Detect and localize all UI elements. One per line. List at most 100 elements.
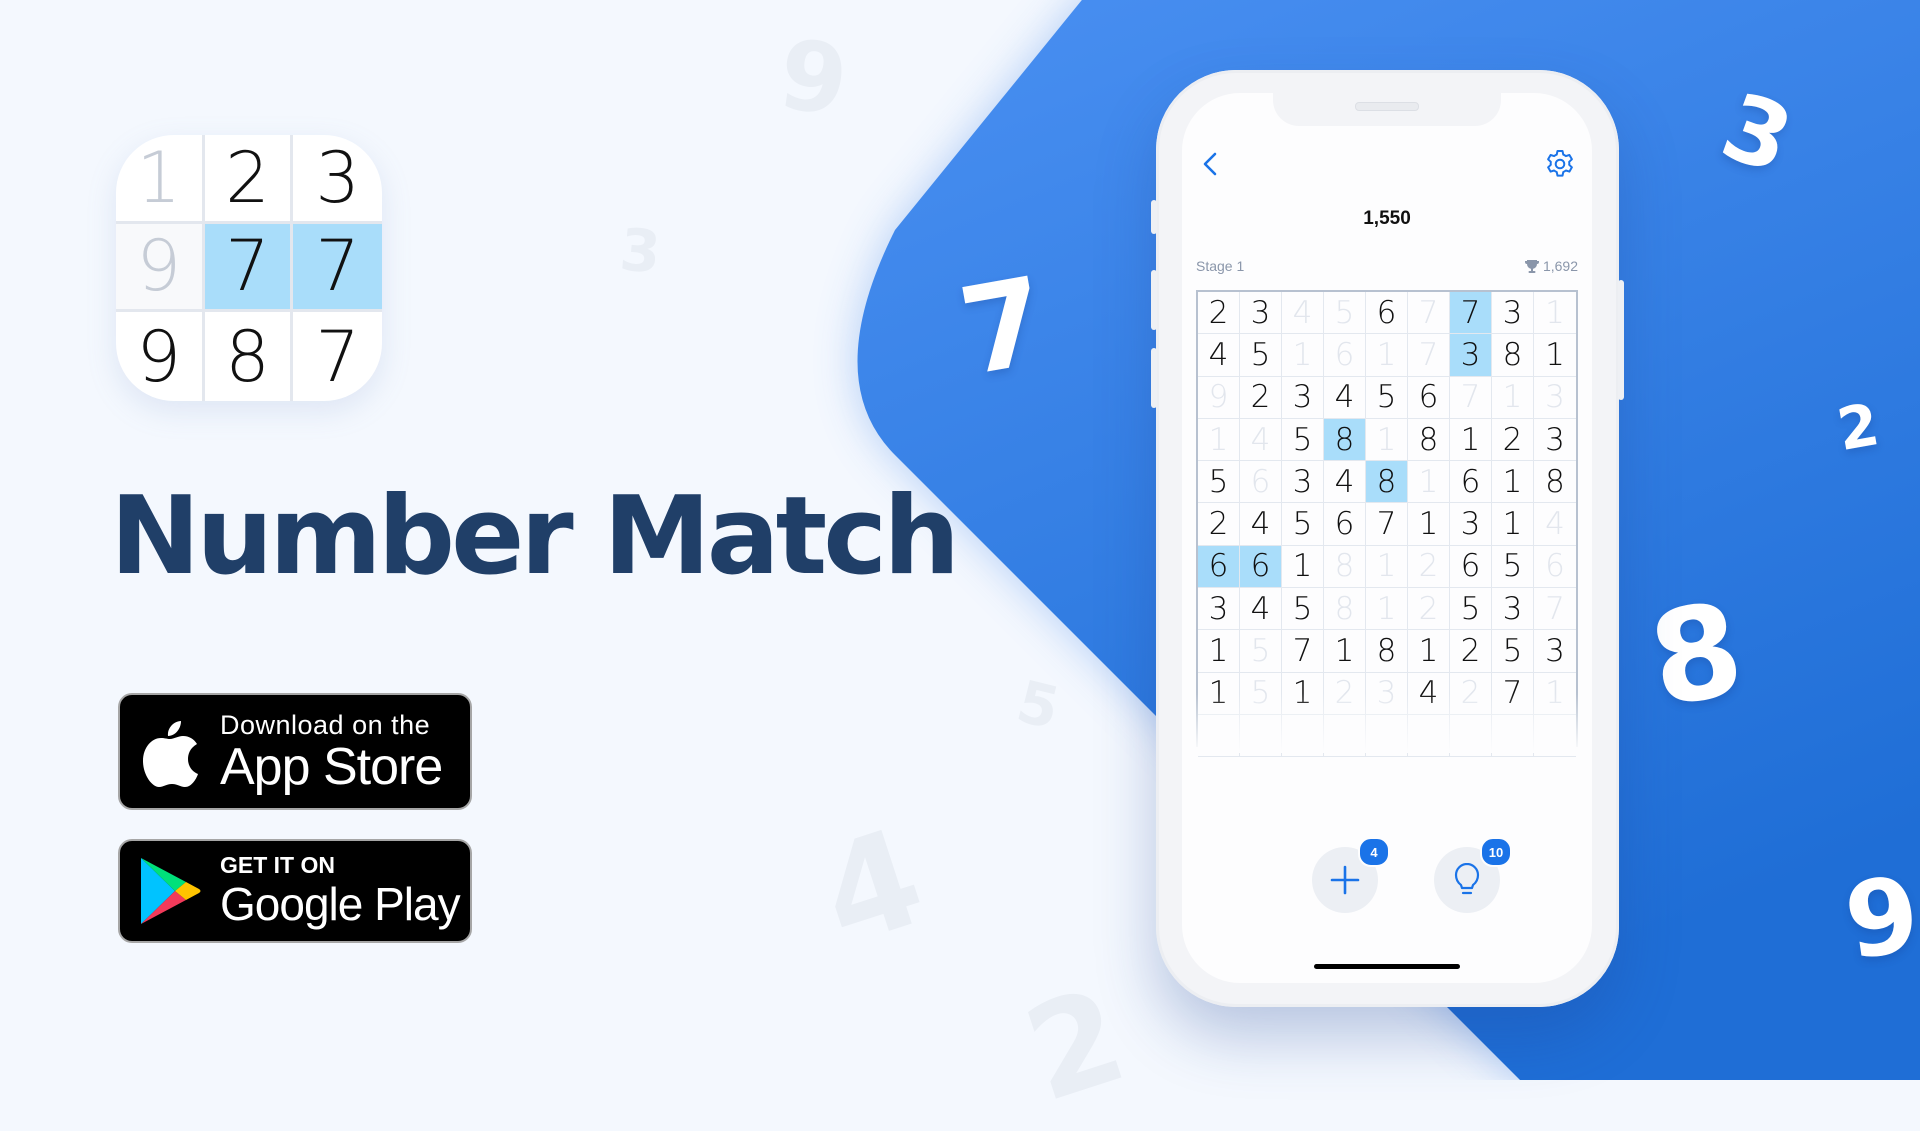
grid-cell[interactable]: 5 bbox=[1366, 376, 1408, 419]
grid-cell[interactable]: 8 bbox=[1324, 418, 1366, 462]
grid-cell[interactable]: 5 bbox=[1450, 588, 1492, 631]
grid-cell[interactable]: 8 bbox=[1366, 630, 1408, 673]
grid-cell[interactable]: 4 bbox=[1324, 461, 1366, 504]
grid-cell[interactable]: 3 bbox=[1450, 503, 1492, 546]
grid-cell[interactable]: 6 bbox=[1324, 334, 1366, 377]
grid-cell[interactable]: 6 bbox=[1366, 292, 1408, 335]
app-store-badge[interactable]: Download on the App Store bbox=[118, 693, 472, 810]
grid-cell[interactable]: 7 bbox=[1450, 292, 1492, 335]
grid-cell[interactable]: 9 bbox=[1198, 376, 1240, 419]
grid-cell[interactable]: 1 bbox=[1408, 630, 1450, 673]
add-numbers-button[interactable]: 4 bbox=[1312, 837, 1390, 913]
grid-cell[interactable]: 1 bbox=[1366, 334, 1408, 377]
app-store-small-text: Download on the bbox=[220, 709, 431, 740]
grid-cell[interactable]: 5 bbox=[1492, 630, 1534, 673]
grid-cell[interactable]: 6 bbox=[1450, 545, 1492, 589]
grid-cell[interactable]: 1 bbox=[1492, 376, 1534, 419]
grid-cell[interactable]: 5 bbox=[1282, 588, 1324, 631]
grid-cell[interactable]: 2 bbox=[1492, 418, 1534, 462]
app-store-big-text: App Store bbox=[220, 737, 443, 796]
hint-count-badge: 10 bbox=[1480, 837, 1512, 867]
grid-cell[interactable]: 2 bbox=[1408, 545, 1450, 589]
grid-cell[interactable]: 7 bbox=[1450, 376, 1492, 419]
decor-number: 9 bbox=[1837, 852, 1920, 984]
settings-button[interactable] bbox=[1544, 148, 1576, 180]
plus-icon bbox=[1330, 865, 1360, 895]
grid-cell[interactable]: 3 bbox=[1450, 334, 1492, 377]
grid-cell[interactable]: 1 bbox=[1492, 461, 1534, 504]
grid-cell[interactable]: 6 bbox=[1324, 503, 1366, 546]
grid-cell[interactable]: 4 bbox=[1240, 418, 1282, 462]
grid-cell[interactable]: 4 bbox=[1240, 588, 1282, 631]
grid-cell[interactable]: 2 bbox=[1408, 588, 1450, 631]
grid-cell[interactable]: 3 bbox=[1492, 292, 1534, 335]
grid-cell[interactable]: 5 bbox=[1282, 418, 1324, 462]
grid-cell[interactable]: 7 bbox=[1366, 503, 1408, 546]
grid-cell[interactable]: 1 bbox=[1534, 292, 1576, 335]
grid-cell[interactable]: 1 bbox=[1324, 630, 1366, 673]
grid-cell[interactable]: 3 bbox=[1534, 419, 1576, 462]
grid-cell[interactable]: 4 bbox=[1240, 503, 1282, 546]
grid-cell[interactable]: 1 bbox=[1198, 418, 1240, 462]
grid-cell[interactable]: 7 bbox=[1408, 292, 1450, 335]
grid-cell[interactable]: 3 bbox=[1240, 292, 1282, 335]
grid-cell[interactable]: 6 bbox=[1534, 546, 1576, 589]
grid-cell[interactable]: 5 bbox=[1240, 334, 1282, 377]
grid-cell[interactable]: 1 bbox=[1366, 588, 1408, 631]
grid-cell[interactable]: 6 bbox=[1240, 545, 1282, 589]
google-play-icon bbox=[120, 856, 220, 926]
grid-cell[interactable]: 1 bbox=[1492, 503, 1534, 546]
stage-label: Stage 1 bbox=[1196, 258, 1245, 274]
grid-cell[interactable]: 1 bbox=[1198, 630, 1240, 673]
grid-cell[interactable]: 5 bbox=[1240, 630, 1282, 673]
grid-cell[interactable]: 5 bbox=[1198, 461, 1240, 504]
back-button[interactable] bbox=[1196, 149, 1226, 179]
grid-cell[interactable]: 4 bbox=[1324, 376, 1366, 419]
gear-icon bbox=[1547, 150, 1573, 177]
grid-cell[interactable]: 1 bbox=[1282, 545, 1324, 589]
grid-cell[interactable]: 1 bbox=[1408, 461, 1450, 504]
grid-cell[interactable]: 2 bbox=[1198, 503, 1240, 546]
hint-button[interactable]: 10 bbox=[1434, 837, 1512, 913]
grid-cell[interactable]: 3 bbox=[1282, 376, 1324, 419]
google-play-badge[interactable]: GET IT ON Google Play bbox=[118, 839, 472, 943]
grid-cell[interactable]: 6 bbox=[1450, 461, 1492, 504]
grid-cell[interactable]: 6 bbox=[1408, 376, 1450, 419]
grid-cell[interactable]: 8 bbox=[1366, 461, 1408, 504]
icon-cell: 7 bbox=[204, 223, 294, 313]
grid-cell[interactable]: 3 bbox=[1282, 461, 1324, 504]
grid-cell[interactable]: 3 bbox=[1534, 377, 1576, 419]
grid-cell[interactable]: 7 bbox=[1408, 334, 1450, 377]
grid-cell[interactable]: 6 bbox=[1240, 461, 1282, 504]
current-score: 1,550 bbox=[1363, 208, 1411, 229]
grid-cell[interactable]: 3 bbox=[1534, 630, 1576, 673]
grid-cell[interactable]: 5 bbox=[1324, 292, 1366, 335]
grid-cell[interactable]: 6 bbox=[1198, 545, 1240, 589]
grid-cell[interactable]: 7 bbox=[1534, 588, 1576, 631]
grid-cell[interactable]: 1 bbox=[1408, 503, 1450, 546]
grid-fade bbox=[1192, 693, 1584, 753]
grid-cell[interactable]: 8 bbox=[1324, 588, 1366, 631]
grid-cell[interactable]: 8 bbox=[1534, 461, 1576, 504]
grid-cell[interactable]: 2 bbox=[1240, 376, 1282, 419]
phone-screen: 1,550 Stage 1 1,692 23456773145161738192… bbox=[1182, 93, 1592, 983]
grid-cell[interactable]: 4 bbox=[1198, 334, 1240, 377]
grid-cell[interactable]: 7 bbox=[1282, 630, 1324, 673]
grid-cell[interactable]: 1 bbox=[1366, 545, 1408, 589]
grid-cell[interactable]: 8 bbox=[1408, 418, 1450, 462]
grid-cell[interactable]: 2 bbox=[1450, 630, 1492, 673]
grid-cell[interactable]: 3 bbox=[1198, 588, 1240, 631]
grid-cell[interactable]: 1 bbox=[1450, 418, 1492, 462]
grid-cell[interactable]: 1 bbox=[1366, 418, 1408, 462]
grid-cell[interactable]: 1 bbox=[1282, 334, 1324, 377]
grid-cell[interactable]: 5 bbox=[1492, 545, 1534, 589]
grid-cell[interactable]: 4 bbox=[1534, 503, 1576, 546]
grid-cell[interactable]: 2 bbox=[1198, 292, 1240, 335]
grid-cell[interactable]: 8 bbox=[1324, 545, 1366, 589]
grid-cell[interactable]: 5 bbox=[1282, 503, 1324, 546]
grid-cell[interactable]: 1 bbox=[1534, 334, 1576, 377]
icon-cell: 9 bbox=[116, 223, 205, 313]
grid-cell[interactable]: 3 bbox=[1492, 588, 1534, 631]
grid-cell[interactable]: 8 bbox=[1492, 334, 1534, 377]
grid-cell[interactable]: 4 bbox=[1282, 292, 1324, 335]
